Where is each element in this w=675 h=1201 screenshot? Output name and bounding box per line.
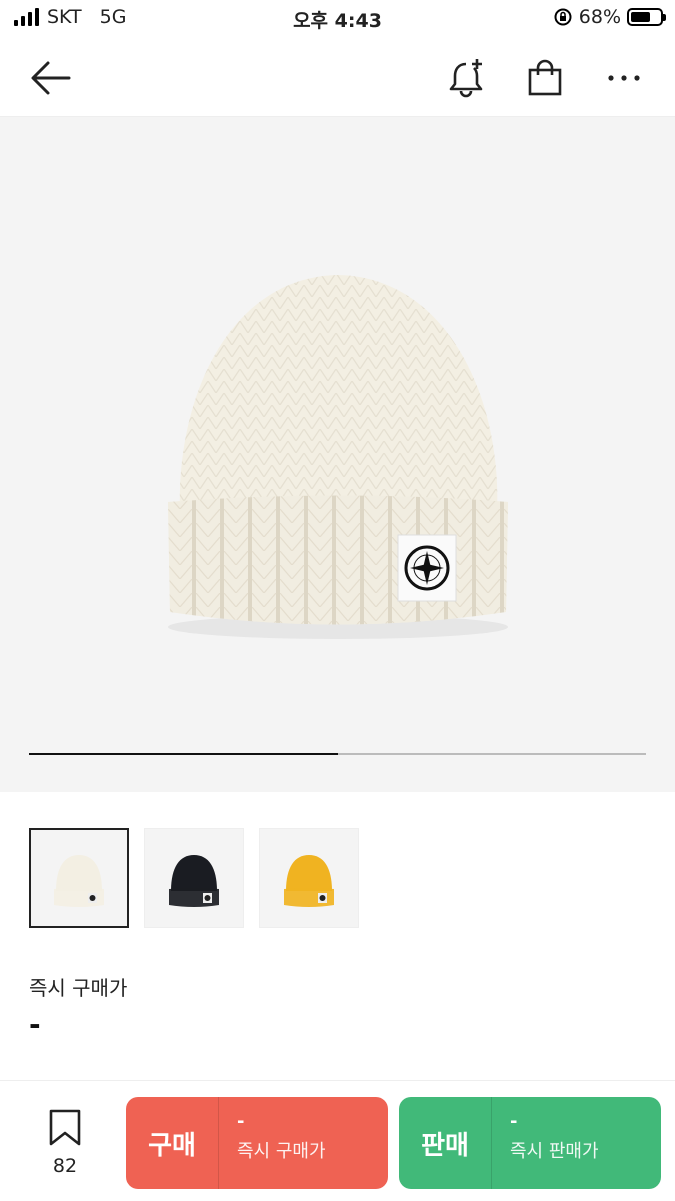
instant-buy-price-value: - (29, 1008, 41, 1041)
buy-price-block: - 즉시 구매가 (219, 1097, 388, 1189)
buy-sub-label: 즉시 구매가 (237, 1141, 326, 1162)
image-progress-track (29, 753, 646, 755)
image-progress-fill (29, 753, 338, 755)
back-arrow-icon (31, 61, 71, 95)
battery-level (631, 12, 651, 22)
color-thumbnails (29, 828, 359, 928)
alert-button[interactable] (438, 50, 494, 106)
cart-button[interactable] (517, 50, 573, 106)
orientation-lock-icon (554, 8, 572, 26)
beanie-thumbnail-icon (54, 855, 104, 907)
status-right: 68% (553, 6, 666, 28)
more-button[interactable] (596, 50, 652, 106)
status-bar: SKT 5G 오후 4:43 68% (0, 0, 675, 40)
buy-label: 구매 (126, 1097, 219, 1189)
beanie-thumbnail-icon (169, 855, 219, 907)
thumbnail-yellow[interactable] (259, 828, 359, 928)
buy-button[interactable]: 구매 - 즉시 구매가 (126, 1097, 388, 1189)
sell-price-block: - 즉시 판매가 (492, 1097, 661, 1189)
bookmark-icon (49, 1109, 81, 1146)
nav-bar (0, 40, 675, 117)
product-image-carousel[interactable] (0, 117, 675, 792)
thumbnail-ivory[interactable] (29, 828, 129, 928)
sell-price: - (510, 1111, 518, 1132)
battery-icon (627, 8, 666, 26)
wishlist-button[interactable]: 82 (30, 1109, 100, 1177)
beanie-image (168, 275, 508, 639)
bottom-action-bar: 82 구매 - 즉시 구매가 판매 - 즉시 판매가 (0, 1080, 675, 1201)
bell-plus-icon (449, 59, 483, 98)
back-button[interactable] (22, 50, 78, 106)
wishlist-count: 82 (52, 1155, 78, 1177)
sell-button[interactable]: 판매 - 즉시 판매가 (399, 1097, 661, 1189)
instant-buy-price-label: 즉시 구매가 (29, 976, 128, 1000)
sell-sub-label: 즉시 판매가 (510, 1141, 599, 1162)
battery-percent: 68% (578, 6, 621, 28)
shopping-bag-icon (528, 59, 562, 96)
thumbnail-black[interactable] (144, 828, 244, 928)
more-icon (608, 75, 640, 81)
buy-price: - (237, 1111, 245, 1132)
compass-patch (397, 534, 457, 602)
sell-label: 판매 (399, 1097, 492, 1189)
beanie-thumbnail-icon (284, 855, 334, 907)
